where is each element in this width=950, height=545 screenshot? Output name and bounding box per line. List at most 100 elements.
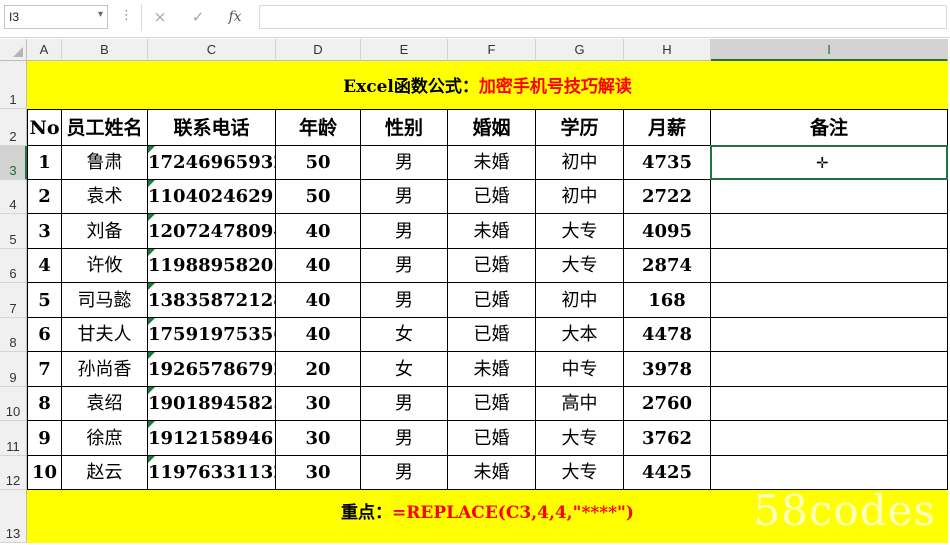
- table-cell[interactable]: 男: [361, 283, 448, 318]
- name-box[interactable]: I3 ▾: [4, 5, 108, 29]
- column-header-f[interactable]: F: [448, 39, 536, 61]
- table-cell[interactable]: 初中: [536, 180, 624, 214]
- table-cell[interactable]: 2722: [624, 180, 711, 214]
- table-cell[interactable]: 初中: [536, 283, 624, 318]
- table-cell[interactable]: 鲁肃: [62, 146, 148, 180]
- table-cell[interactable]: 男: [361, 456, 448, 490]
- title-cell[interactable]: Excel函数公式：加密手机号技巧解读: [27, 61, 948, 109]
- table-cell[interactable]: 孙尚香: [62, 352, 148, 387]
- column-header-d[interactable]: D: [276, 39, 361, 61]
- table-cell[interactable]: 20: [276, 352, 361, 387]
- table-cell[interactable]: 6: [27, 318, 62, 352]
- table-cell[interactable]: 4425: [624, 456, 711, 490]
- table-cell[interactable]: [711, 180, 948, 214]
- table-cell[interactable]: 13835872128: [148, 283, 276, 318]
- header-cell-e[interactable]: 性别: [361, 109, 448, 146]
- table-cell[interactable]: 12072478094: [148, 214, 276, 249]
- table-cell[interactable]: 大专: [536, 249, 624, 283]
- table-cell[interactable]: 袁绍: [62, 387, 148, 421]
- table-cell[interactable]: 徐庶: [62, 421, 148, 456]
- row-header-13[interactable]: 13: [0, 490, 27, 543]
- table-cell[interactable]: 男: [361, 180, 448, 214]
- chevron-down-icon[interactable]: ▾: [98, 9, 103, 20]
- table-cell[interactable]: [711, 456, 948, 490]
- table-cell[interactable]: 2874: [624, 249, 711, 283]
- header-cell-b[interactable]: 员工姓名: [62, 109, 148, 146]
- table-cell[interactable]: 40: [276, 249, 361, 283]
- column-header-a[interactable]: A: [27, 39, 62, 61]
- column-header-i[interactable]: I: [711, 39, 948, 61]
- table-cell[interactable]: 已婚: [448, 249, 536, 283]
- header-cell-a[interactable]: No: [27, 109, 62, 146]
- table-cell[interactable]: [711, 352, 948, 387]
- table-cell[interactable]: 50: [276, 180, 361, 214]
- table-cell[interactable]: 3978: [624, 352, 711, 387]
- table-cell[interactable]: 4735: [624, 146, 711, 180]
- row-header-11[interactable]: 11: [0, 421, 27, 456]
- table-cell[interactable]: 30: [276, 456, 361, 490]
- header-cell-g[interactable]: 学历: [536, 109, 624, 146]
- insert-function-icon[interactable]: fx: [222, 6, 248, 28]
- table-cell[interactable]: [711, 387, 948, 421]
- table-cell[interactable]: 司马懿: [62, 283, 148, 318]
- table-cell[interactable]: 30: [276, 387, 361, 421]
- table-cell[interactable]: 男: [361, 146, 448, 180]
- row-header-8[interactable]: 8: [0, 318, 27, 352]
- table-cell[interactable]: [711, 421, 948, 456]
- table-cell[interactable]: 已婚: [448, 387, 536, 421]
- row-header-7[interactable]: 7: [0, 283, 27, 318]
- row-header-5[interactable]: 5: [0, 214, 27, 249]
- table-cell[interactable]: 40: [276, 214, 361, 249]
- row-header-10[interactable]: 10: [0, 387, 27, 421]
- column-header-c[interactable]: C: [148, 39, 276, 61]
- table-cell[interactable]: 许攸: [62, 249, 148, 283]
- table-cell[interactable]: 11988958205: [148, 249, 276, 283]
- header-cell-c[interactable]: 联系电话: [148, 109, 276, 146]
- column-header-b[interactable]: B: [62, 39, 148, 61]
- table-cell[interactable]: 2: [27, 180, 62, 214]
- table-cell[interactable]: 未婚: [448, 214, 536, 249]
- table-cell[interactable]: 大本: [536, 318, 624, 352]
- row-header-9[interactable]: 9: [0, 352, 27, 387]
- table-cell[interactable]: 初中: [536, 146, 624, 180]
- table-cell[interactable]: 10: [27, 456, 62, 490]
- row-header-3[interactable]: 3: [0, 146, 27, 180]
- column-header-g[interactable]: G: [536, 39, 624, 61]
- row-header-2[interactable]: 2: [0, 109, 27, 146]
- table-cell[interactable]: 30: [276, 421, 361, 456]
- table-cell[interactable]: 8: [27, 387, 62, 421]
- table-cell[interactable]: 已婚: [448, 180, 536, 214]
- table-cell[interactable]: 5: [27, 283, 62, 318]
- table-cell[interactable]: 甘夫人: [62, 318, 148, 352]
- table-cell[interactable]: 袁术: [62, 180, 148, 214]
- table-cell[interactable]: 女: [361, 318, 448, 352]
- table-cell[interactable]: 19018945825: [148, 387, 276, 421]
- header-cell-d[interactable]: 年龄: [276, 109, 361, 146]
- table-cell[interactable]: 4478: [624, 318, 711, 352]
- cancel-icon[interactable]: ×: [147, 6, 173, 28]
- table-cell[interactable]: 大专: [536, 214, 624, 249]
- table-cell[interactable]: [711, 249, 948, 283]
- table-cell[interactable]: 2760: [624, 387, 711, 421]
- header-cell-i[interactable]: 备注: [711, 109, 948, 146]
- table-cell[interactable]: 4095: [624, 214, 711, 249]
- table-cell[interactable]: 17591975356: [148, 318, 276, 352]
- table-cell[interactable]: 男: [361, 249, 448, 283]
- row-header-4[interactable]: 4: [0, 180, 27, 214]
- table-cell[interactable]: 40: [276, 318, 361, 352]
- table-cell[interactable]: 7: [27, 352, 62, 387]
- table-cell[interactable]: 9: [27, 421, 62, 456]
- table-cell[interactable]: 大专: [536, 456, 624, 490]
- table-cell[interactable]: 刘备: [62, 214, 148, 249]
- row-header-6[interactable]: 6: [0, 249, 27, 283]
- table-cell[interactable]: 已婚: [448, 318, 536, 352]
- enter-icon[interactable]: ✓: [185, 6, 211, 28]
- table-cell[interactable]: 1: [27, 146, 62, 180]
- table-cell[interactable]: 17246965932: [148, 146, 276, 180]
- row-header-1[interactable]: 1: [0, 61, 27, 109]
- table-cell[interactable]: [711, 283, 948, 318]
- table-cell[interactable]: [711, 214, 948, 249]
- table-cell[interactable]: 男: [361, 421, 448, 456]
- table-cell[interactable]: 女: [361, 352, 448, 387]
- column-header-h[interactable]: H: [624, 39, 711, 61]
